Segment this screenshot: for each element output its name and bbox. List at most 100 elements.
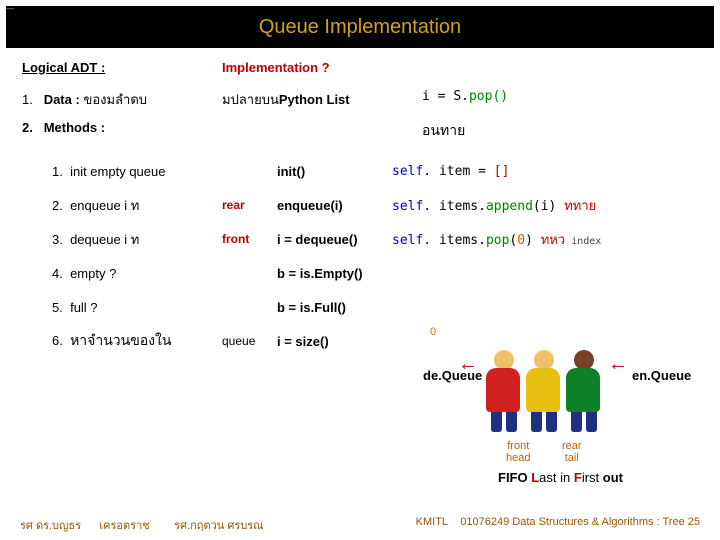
row-label: 5. full ? — [52, 300, 222, 315]
head-text: head — [506, 452, 530, 464]
people-diagram — [480, 350, 610, 438]
data-line: 1. Data : ของมลำดบ — [22, 89, 222, 110]
pop-code: i = S.pop() — [422, 89, 508, 110]
row-num: 6. — [52, 333, 63, 348]
row-code: self. items.append(i) ททาย — [392, 195, 596, 216]
methods-table: 1. init empty queue init() self. item = … — [52, 154, 698, 358]
data-row: 1. Data : ของมลำดบ มปลายบนPython List i … — [22, 89, 698, 110]
row-mid: front — [222, 232, 277, 246]
person-3-icon — [566, 350, 602, 434]
author2: รศ.กฤตวน ศรบรณ — [174, 520, 263, 532]
table-row: 1. init empty queue init() self. item = … — [52, 154, 698, 188]
row-call: b = is.Empty() — [277, 266, 392, 281]
args: (i) — [533, 199, 556, 214]
op: = — [470, 164, 493, 179]
row-code: self. item = [] — [392, 164, 509, 179]
front-text: front — [507, 440, 529, 452]
table-row: 3. dequeue i ท front i = dequeue() self.… — [52, 222, 698, 256]
row-text: empty ? — [70, 266, 116, 281]
row-text: หาจำนวนของใน — [70, 332, 171, 348]
rear-tail-label: rear tail — [562, 440, 582, 464]
arrow-left-icon: ← — [458, 353, 478, 376]
author1b: เครอตราช — [99, 520, 149, 532]
argnum: 0 — [517, 233, 525, 248]
row-code: self. items.pop(0) ทหว index — [392, 229, 601, 250]
person-2-icon — [526, 350, 562, 434]
row-num: 1. — [52, 164, 63, 179]
pylist-col: มปลายบนPython List — [222, 89, 422, 110]
data-label: Data : — [44, 92, 80, 107]
mid-thai: มปลายบน — [222, 92, 279, 107]
row-label: 3. dequeue i ท — [52, 229, 222, 250]
front-head-label: front head — [506, 440, 530, 464]
attr: item — [439, 164, 470, 179]
row-text: enqueue i ท — [70, 198, 139, 213]
row-label: 1. init empty queue — [52, 164, 222, 179]
row-text: dequeue i ท — [70, 232, 139, 247]
tail-note: index — [565, 236, 601, 247]
tail-th: ทหว — [533, 233, 565, 248]
code-call: pop() — [469, 89, 508, 104]
tail-text: tail — [565, 452, 579, 464]
row-num: 3. — [52, 232, 63, 247]
row-num: 4. — [52, 266, 63, 281]
row-num: 5. — [52, 300, 63, 315]
table-row: 4. empty ? b = is.Empty() — [52, 256, 698, 290]
slide-footer: รศ ดร.บญธร เครอตราช รศ.กฤตวน ศรบรณ KMITL… — [0, 516, 720, 534]
row-call: init() — [277, 164, 392, 179]
row-pre: queue — [222, 334, 277, 348]
kw-self: self. — [392, 199, 439, 214]
fifo-m2: irst — [582, 470, 603, 485]
thai-word: อนทาย — [422, 120, 465, 142]
data-num: 1. — [22, 92, 33, 107]
row-text: init empty queue — [70, 164, 165, 179]
attr: items. — [439, 233, 486, 248]
literal: [] — [494, 164, 510, 179]
heading-row: Logical ADT : Implementation ? — [22, 60, 698, 75]
course-info: 01076249 Data Structures & Algorithms : … — [460, 516, 700, 528]
row-mid: rear — [222, 198, 277, 212]
fifo-out: out — [603, 470, 623, 485]
fn: append — [486, 199, 533, 214]
person-1-icon — [486, 350, 522, 434]
code-lhs: i = — [422, 89, 453, 104]
methods-row: 2. Methods : อนทาย — [22, 120, 698, 142]
fifo-pre: FIFO — [498, 470, 531, 485]
row-label: 2. enqueue i ท — [52, 195, 222, 216]
row-call: b = is.Full() — [277, 300, 392, 315]
code-obj: S. — [453, 89, 469, 104]
row-call: i = dequeue() — [277, 232, 392, 247]
fn: pop — [486, 233, 509, 248]
fifo-label: FIFO Last in First out — [498, 470, 623, 485]
kw-self: self. — [392, 233, 439, 248]
logical-adt-label: Logical ADT : — [22, 60, 222, 75]
row-num: 2. — [52, 198, 63, 213]
row-call: i = size() — [277, 334, 392, 349]
zero-label: 0 — [430, 326, 436, 338]
footer-right: KMITL 01076249 Data Structures & Algorit… — [416, 516, 700, 534]
methods-label: 2. Methods : — [22, 120, 422, 142]
python-list-label: Python List — [279, 92, 350, 107]
table-row: 5. full ? b = is.Full() — [52, 290, 698, 324]
footer-left: รศ ดร.บญธร เครอตราช รศ.กฤตวน ศรบรณ — [20, 516, 263, 534]
row-call: enqueue(i) — [277, 198, 392, 213]
author1: รศ ดร.บญธร — [20, 520, 81, 532]
kw-self: self. — [392, 164, 439, 179]
rear-text: rear — [562, 440, 582, 452]
methods-text: Methods : — [44, 120, 105, 135]
attr: items. — [439, 199, 486, 214]
arrow-right-icon: ← — [608, 353, 628, 376]
page-marker: — — [6, 4, 14, 13]
args2: ) — [525, 233, 533, 248]
table-row: 2. enqueue i ท rear enqueue(i) self. ite… — [52, 188, 698, 222]
kmitl: KMITL — [416, 516, 448, 528]
slide-content: Logical ADT : Implementation ? 1. Data :… — [0, 48, 720, 508]
fifo-l: L — [531, 470, 539, 485]
implementation-label: Implementation ? — [222, 60, 330, 75]
fifo-f: F — [574, 470, 582, 485]
row-text: full ? — [70, 300, 97, 315]
methods-num: 2. — [22, 120, 33, 135]
row-label: 4. empty ? — [52, 266, 222, 281]
tail-th: ททาย — [556, 199, 596, 214]
fifo-m1: ast in — [539, 470, 574, 485]
